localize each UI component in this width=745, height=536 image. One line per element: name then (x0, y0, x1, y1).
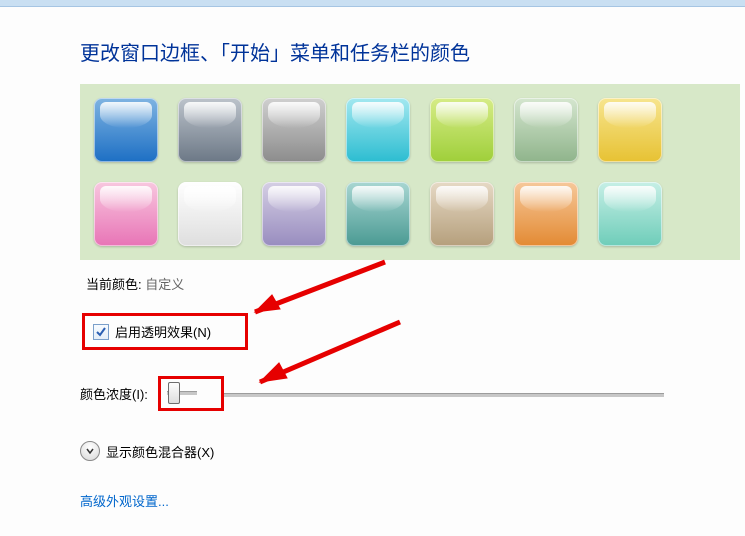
color-swatch-white[interactable] (178, 182, 242, 246)
window: 更改窗口边框、「开始」菜单和任务栏的颜色 当前颜色: 自定义 启用透明效果(N)… (0, 0, 745, 536)
color-swatch-tan[interactable] (430, 182, 494, 246)
expand-button[interactable] (80, 441, 100, 461)
color-swatch-panel (80, 84, 740, 260)
transparency-label: 启用透明效果(N) (115, 322, 211, 341)
intensity-slider-thumb[interactable] (168, 382, 180, 404)
advanced-appearance-link[interactable]: 高级外观设置... (80, 491, 169, 510)
transparency-checkbox-row[interactable]: 启用透明效果(N) (82, 313, 248, 350)
transparency-checkbox[interactable] (93, 324, 109, 340)
titlebar (0, 0, 745, 7)
color-swatch-gray[interactable] (262, 98, 326, 162)
content-area: 更改窗口边框、「开始」菜单和任务栏的颜色 当前颜色: 自定义 启用透明效果(N)… (0, 7, 745, 510)
intensity-slider[interactable] (224, 385, 664, 403)
intensity-row: 颜色浓度(I): (80, 376, 745, 411)
intensity-label: 颜色浓度(I): (80, 384, 148, 403)
color-swatch-lavender[interactable] (262, 182, 326, 246)
color-mixer-row[interactable]: 显示颜色混合器(X) (80, 441, 745, 461)
color-swatch-yellow[interactable] (598, 98, 662, 162)
color-swatch-pink[interactable] (94, 182, 158, 246)
color-swatch-teal[interactable] (346, 182, 410, 246)
color-swatch-lime[interactable] (430, 98, 494, 162)
intensity-slider-highlight (158, 376, 224, 411)
current-color-label: 当前颜色: (86, 277, 142, 292)
color-mixer-label: 显示颜色混合器(X) (106, 442, 214, 461)
color-swatch-sage[interactable] (514, 98, 578, 162)
color-swatch-deep-blue[interactable] (94, 98, 158, 162)
chevron-down-icon (86, 447, 94, 455)
current-color-value: 自定义 (145, 277, 184, 292)
color-swatch-cyan[interactable] (346, 98, 410, 162)
color-swatch-orange[interactable] (514, 182, 578, 246)
page-title: 更改窗口边框、「开始」菜单和任务栏的颜色 (80, 37, 745, 66)
slider-track (224, 393, 664, 397)
current-color-line: 当前颜色: 自定义 (86, 274, 745, 293)
color-swatch-slate[interactable] (178, 98, 242, 162)
color-swatch-aqua[interactable] (598, 182, 662, 246)
checkmark-icon (96, 327, 106, 337)
